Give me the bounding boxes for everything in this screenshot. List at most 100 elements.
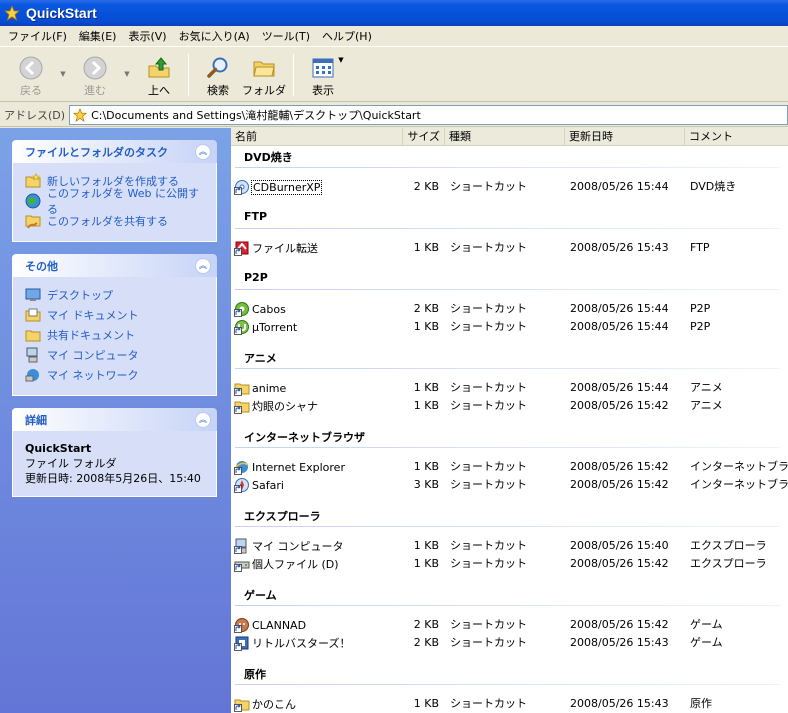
file-size: 1 KB: [413, 557, 439, 570]
views-dropdown-icon[interactable]: ▼: [332, 48, 350, 64]
file-name-cell[interactable]: Cabos: [234, 300, 286, 318]
column-name[interactable]: 名前: [231, 128, 403, 146]
place-shared-documents[interactable]: 共有ドキュメント: [25, 325, 204, 345]
file-row[interactable]: anime 1 KB ショートカット 2008/05/26 15:44 アニメ: [231, 379, 788, 397]
file-name-cell[interactable]: かのこん: [234, 695, 296, 713]
address-input[interactable]: C:\Documents and Settings\滝村龍輔\デスクトップ\Qu…: [69, 104, 788, 125]
ie-icon: [234, 461, 249, 475]
collapse-chevron-icon[interactable]: ︽: [195, 257, 211, 274]
panel-header[interactable]: 詳細 ︽: [12, 408, 217, 431]
file-row[interactable]: Safari 3 KB ショートカット 2008/05/26 15:42 インターネット…: [231, 476, 788, 494]
task-publish-web[interactable]: このフォルダを Web に公開する: [25, 187, 204, 216]
column-type[interactable]: 種類: [445, 128, 565, 146]
file-type: ショートカット: [450, 460, 527, 473]
file-name-cell[interactable]: µTorrent: [234, 318, 297, 336]
file-size: 2 KB: [413, 636, 439, 649]
back-button[interactable]: 戻る: [8, 48, 54, 98]
file-type: ショートカット: [450, 241, 527, 254]
menu-file[interactable]: ファイル(F): [2, 28, 73, 44]
menu-favorites[interactable]: お気に入り(A): [173, 28, 256, 44]
column-date[interactable]: 更新日時: [565, 128, 685, 146]
up-button[interactable]: 上へ: [136, 48, 182, 98]
folders-button[interactable]: フォルダ: [241, 48, 287, 98]
file-name-cell[interactable]: ファイル転送: [234, 239, 318, 257]
group-title: 原作: [244, 668, 266, 681]
place-label: デスクトップ: [47, 289, 113, 302]
place-desktop[interactable]: デスクトップ: [25, 285, 204, 305]
back-dropdown-icon[interactable]: ▼: [54, 48, 72, 78]
ftp-icon: [234, 241, 249, 256]
file-name-cell[interactable]: リトルバスターズ！: [234, 634, 350, 652]
file-date: 2008/05/26 15:42: [570, 618, 669, 631]
address-label: アドレス(D): [4, 108, 66, 122]
my-documents-icon: [25, 308, 41, 322]
file-comment: P2P: [690, 302, 711, 315]
file-row[interactable]: CLANNAD 2 KB ショートカット 2008/05/26 15:42 ゲーム: [231, 616, 788, 634]
menu-tools[interactable]: ツール(T): [256, 28, 316, 44]
file-comment: インターネットブラウザ: [690, 478, 788, 491]
place-my-computer[interactable]: マイ コンピュータ: [25, 345, 204, 365]
file-name-cell[interactable]: 灼眼のシャナ: [234, 397, 318, 415]
file-name-cell[interactable]: Internet Explorer: [234, 458, 345, 476]
details-type: ファイル フォルダ: [25, 457, 117, 470]
menu-help[interactable]: ヘルプ(H): [316, 28, 378, 44]
panel-header[interactable]: ファイルとフォルダのタスク ︽: [12, 140, 217, 163]
file-date: 2008/05/26 15:44: [570, 180, 669, 193]
file-date: 2008/05/26 15:43: [570, 636, 669, 649]
file-row[interactable]: かのこん 1 KB ショートカット 2008/05/26 15:43 原作: [231, 695, 788, 713]
place-my-documents[interactable]: マイ ドキュメント: [25, 305, 204, 325]
file-row[interactable]: Cabos 2 KB ショートカット 2008/05/26 15:44 P2P: [231, 300, 788, 318]
file-date: 2008/05/26 15:42: [570, 557, 669, 570]
folder-shortcut-icon: [234, 401, 250, 414]
search-icon: [207, 57, 228, 78]
file-row[interactable]: マイ コンピュータ 1 KB ショートカット 2008/05/26 15:40 エクスプ…: [231, 537, 788, 555]
file-name-cell[interactable]: CLANNAD: [234, 616, 306, 634]
computer-icon: [234, 538, 247, 554]
safari-icon: [234, 478, 249, 493]
search-button[interactable]: 検索: [195, 48, 241, 98]
menu-view[interactable]: 表示(V): [122, 28, 172, 44]
file-row[interactable]: CDBurnerXP 2 KB ショートカット 2008/05/26 15:44 DVD…: [231, 178, 788, 196]
file-folder-tasks-panel: ファイルとフォルダのタスク ︽ 新しいフォルダを作成する このフォルダを Web…: [12, 140, 217, 242]
collapse-chevron-icon[interactable]: ︽: [195, 143, 211, 160]
forward-dropdown-icon[interactable]: ▼: [118, 48, 136, 78]
file-name-cell[interactable]: 個人ファイル (D): [234, 555, 339, 573]
collapse-chevron-icon[interactable]: ︽: [195, 411, 211, 428]
panel-header[interactable]: その他 ︽: [12, 254, 217, 277]
forward-button[interactable]: 進む: [72, 48, 118, 98]
file-name-cell[interactable]: anime: [234, 379, 286, 397]
file-comment: FTP: [690, 241, 710, 254]
file-size: 1 KB: [413, 460, 439, 473]
forward-label: 進む: [84, 84, 106, 97]
cdburner-icon: [234, 180, 249, 195]
panel-title: その他: [25, 259, 58, 273]
toolbar-separator: [293, 54, 294, 96]
toolbar: 戻る ▼ 進む ▼ 上へ 検索 フォルダ 表示 ▼: [0, 48, 788, 102]
file-row[interactable]: リトルバスターズ！ 2 KB ショートカット 2008/05/26 15:43 ゲーム: [231, 634, 788, 652]
file-name-cell[interactable]: Safari: [234, 476, 284, 494]
file-row[interactable]: 個人ファイル (D) 1 KB ショートカット 2008/05/26 15:42 エクス…: [231, 555, 788, 573]
file-list[interactable]: 名前 サイズ 種類 更新日時 コメント DVD焼き CDBurnerXP 2 KB シ…: [231, 128, 788, 713]
file-name-cell[interactable]: CDBurnerXP: [234, 178, 323, 196]
file-row[interactable]: ファイル転送 1 KB ショートカット 2008/05/26 15:43 FTP: [231, 239, 788, 257]
file-size: 1 KB: [413, 539, 439, 552]
file-type: ショートカット: [450, 320, 527, 333]
file-row[interactable]: µTorrent 1 KB ショートカット 2008/05/26 15:44 P2P: [231, 318, 788, 336]
file-name-cell[interactable]: マイ コンピュータ: [234, 537, 344, 555]
file-comment: インターネットブラウザ: [690, 460, 788, 473]
file-row[interactable]: 灼眼のシャナ 1 KB ショートカット 2008/05/26 15:42 アニメ: [231, 397, 788, 415]
menu-edit[interactable]: 編集(E): [73, 28, 123, 44]
title-bar[interactable]: QuickStart: [0, 0, 788, 26]
column-comment[interactable]: コメント: [685, 128, 788, 146]
column-size[interactable]: サイズ: [403, 128, 445, 146]
file-name: ファイル転送: [252, 242, 318, 255]
utorrent-icon: [234, 320, 249, 335]
file-row[interactable]: Internet Explorer 1 KB ショートカット 2008/05/26 1…: [231, 458, 788, 476]
place-my-network[interactable]: マイ ネットワーク: [25, 365, 204, 385]
other-places-panel: その他 ︽ デスクトップ マイ ドキュメント 共有ドキュメント マイ コンピュー…: [12, 254, 217, 396]
file-comment: 原作: [690, 697, 712, 710]
group-divider: [235, 447, 780, 448]
group-divider: [235, 684, 780, 685]
computer-icon: [26, 347, 38, 363]
file-size: 1 KB: [413, 320, 439, 333]
